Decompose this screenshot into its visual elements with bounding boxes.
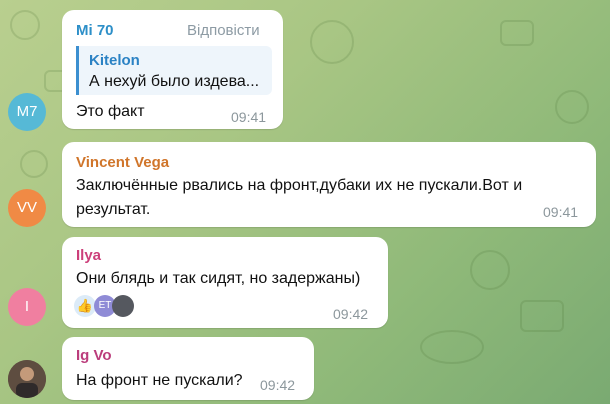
message-text: Это факт xyxy=(76,103,145,120)
reactions-bar[interactable]: 👍 ET xyxy=(74,295,138,321)
background-doodle xyxy=(520,300,564,332)
message-bubble[interactable]: Ig Vo На фронт не пускали? 09:42 xyxy=(62,337,314,400)
background-doodle xyxy=(420,330,484,364)
sender-name[interactable]: Vincent Vega xyxy=(76,154,169,171)
message-bubble[interactable]: Ilya Они блядь и так сидят, но задержаны… xyxy=(62,237,388,328)
sender-name[interactable]: Ig Vo xyxy=(76,347,112,364)
message-time: 09:42 xyxy=(333,306,369,322)
sender-name[interactable]: Ilya xyxy=(76,247,101,264)
message-bubble[interactable]: Mi 70 Відповісти Kitelon А нехуй было из… xyxy=(62,10,283,129)
message-time: 09:41 xyxy=(231,109,267,125)
message-text-line: результат. xyxy=(76,201,151,218)
quote-text: А нехуй было издева... xyxy=(89,73,260,90)
background-doodle xyxy=(470,250,510,290)
background-doodle xyxy=(310,20,354,64)
background-doodle xyxy=(500,20,534,46)
message-text-line: Заключённые рвались на фронт,дубаки их н… xyxy=(76,177,523,194)
message-text: На фронт не пускали? xyxy=(76,372,243,389)
reaction-avatar-photo xyxy=(112,295,134,317)
sender-name[interactable]: Mi 70 xyxy=(76,22,114,39)
avatar-photo[interactable] xyxy=(8,360,46,398)
avatar[interactable]: VV xyxy=(8,189,46,227)
message-time: 09:41 xyxy=(543,204,579,220)
message-text: Они блядь и так сидят, но задержаны) xyxy=(76,270,361,287)
background-doodle xyxy=(555,90,589,124)
quote-sender-name: Kitelon xyxy=(89,52,140,69)
background-doodle xyxy=(20,150,48,178)
reply-quote[interactable]: Kitelon А нехуй было издева... xyxy=(76,46,272,95)
message-time: 09:42 xyxy=(260,377,296,393)
avatar[interactable]: I xyxy=(8,288,46,326)
reply-button[interactable]: Відповісти xyxy=(187,22,260,39)
avatar-initials: M7 xyxy=(16,103,38,120)
avatar-initials: I xyxy=(24,298,30,315)
avatar[interactable]: M7 xyxy=(8,93,46,131)
avatar-initials: VV xyxy=(16,199,37,216)
thumbs-up-icon[interactable]: 👍 xyxy=(74,295,96,317)
message-bubble[interactable]: Vincent Vega Заключённые рвались на фрон… xyxy=(62,142,596,227)
background-doodle xyxy=(10,10,40,40)
person-photo-icon xyxy=(8,360,46,398)
